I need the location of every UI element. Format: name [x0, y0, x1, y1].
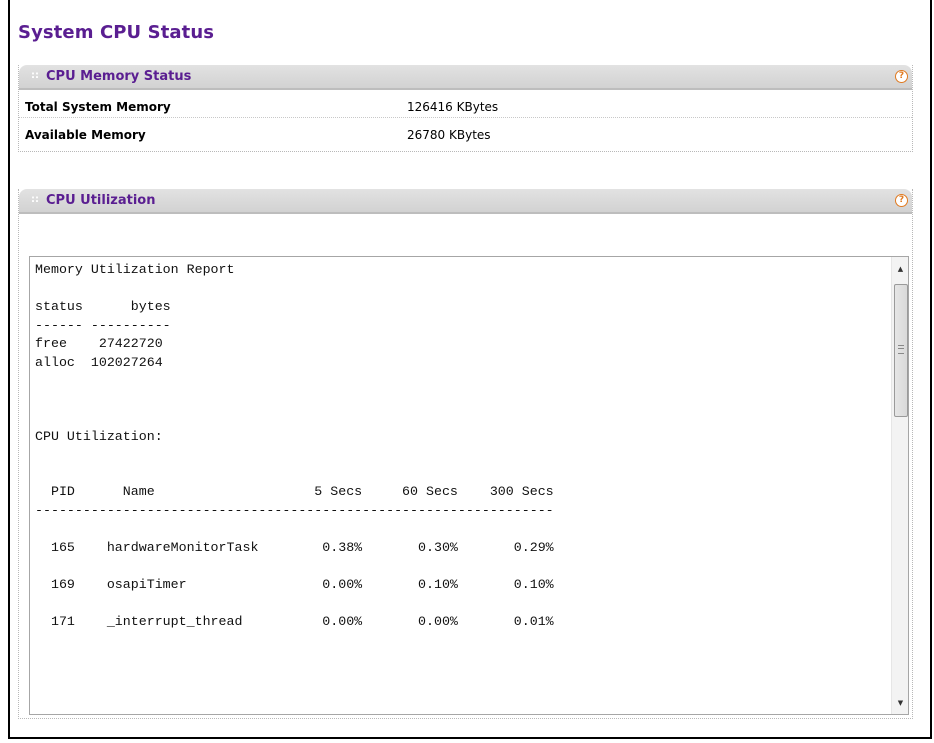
- available-memory-row: Available Memory 26780 KBytes: [25, 128, 905, 146]
- row-divider: [19, 117, 912, 118]
- cpu-memory-status-header: :: CPU Memory Status ?: [19, 65, 912, 90]
- total-system-memory-label: Total System Memory: [25, 100, 171, 114]
- cpu-utilization-title: CPU Utilization: [46, 193, 156, 208]
- cpu-memory-status-title: CPU Memory Status: [46, 69, 192, 84]
- scroll-up-arrow-icon[interactable]: ▲: [892, 261, 908, 278]
- cpu-memory-status-panel: :: CPU Memory Status ? Total System Memo…: [18, 65, 913, 152]
- scroll-thumb[interactable]: [894, 284, 908, 417]
- available-memory-label: Available Memory: [25, 128, 146, 142]
- utilization-report-textarea[interactable]: Memory Utilization Report status bytes -…: [29, 256, 909, 715]
- total-system-memory-value: 126416 KBytes: [407, 100, 499, 114]
- page-title: System CPU Status: [18, 22, 215, 43]
- drag-grip-icon: ::: [31, 70, 39, 81]
- cpu-utilization-panel: :: CPU Utilization ? Memory Utilization …: [18, 189, 913, 719]
- scroll-down-arrow-icon[interactable]: ▼: [892, 695, 908, 712]
- total-system-memory-row: Total System Memory 126416 KBytes: [25, 100, 905, 118]
- available-memory-value: 26780 KBytes: [407, 128, 491, 142]
- cpu-utilization-header: :: CPU Utilization ?: [19, 189, 912, 214]
- help-icon[interactable]: ?: [895, 70, 908, 83]
- scroll-thumb-grip-icon: [898, 345, 904, 354]
- content-frame: System CPU Status :: CPU Memory Status ?…: [8, 0, 932, 739]
- drag-grip-icon: ::: [31, 194, 39, 205]
- help-icon[interactable]: ?: [895, 194, 908, 207]
- utilization-report-text: Memory Utilization Report status bytes -…: [35, 262, 554, 629]
- report-scrollbar[interactable]: ▲ ▼: [891, 257, 908, 714]
